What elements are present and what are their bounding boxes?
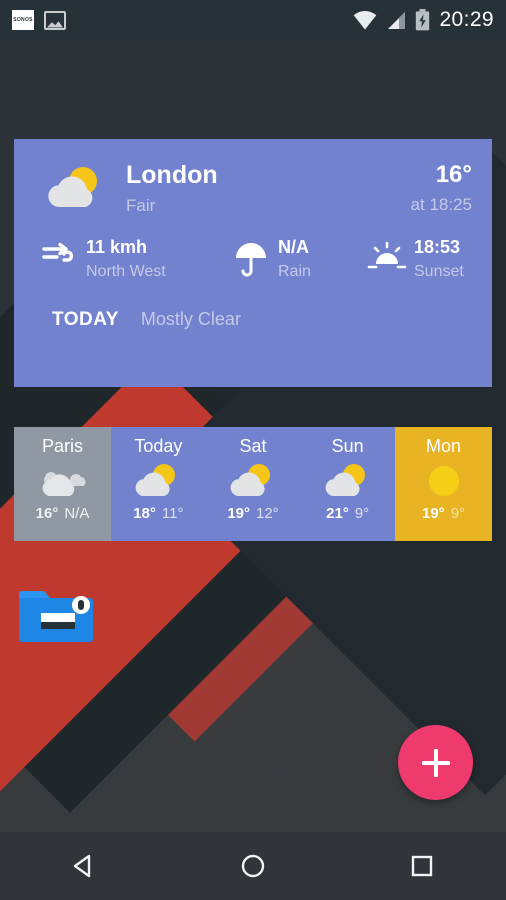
forecast-low: 11° (161, 505, 184, 522)
forecast-day-label: Today (134, 436, 183, 456)
forecast-high: 18° (133, 505, 156, 522)
weather-detail-rain: N/A Rain (224, 236, 360, 281)
forecast-temps: 19° 12° (227, 505, 278, 522)
wind-icon (42, 242, 74, 262)
weather-widget[interactable]: London Fair 16° at 18:25 11 kmh North We… (14, 139, 492, 387)
sun-behind-cloud-icon (135, 464, 176, 496)
clouds-icon (42, 472, 86, 496)
weather-condition-text: Fair (126, 195, 156, 215)
forecast-high: 19° (422, 505, 445, 522)
add-button-fab[interactable] (398, 725, 473, 800)
weather-detail-wind: 11 kmh North West (32, 236, 224, 281)
weather-observation-time: at 18:25 (410, 195, 472, 215)
forecast-tile-today[interactable]: Today 18° 11° (111, 427, 206, 541)
forecast-icon-wrap (228, 460, 278, 502)
sun-behind-cloud-icon (230, 464, 270, 496)
forecast-day-label: Sat (239, 436, 267, 456)
forecast-tile-paris[interactable]: Paris 16° N/A (14, 427, 111, 541)
weather-detail-sunset-text: 18:53 Sunset (414, 236, 464, 281)
forecast-strip[interactable]: Paris 16° N/A Today 18° 11° Sat 19° 12° … (14, 427, 493, 541)
rain-value: N/A (278, 236, 309, 257)
weather-detail-wind-text: 11 kmh North West (86, 236, 166, 281)
recents-button[interactable] (377, 832, 467, 900)
sunset-value: 18:53 (414, 236, 461, 257)
recents-square-icon (411, 855, 432, 877)
forecast-day-label: Mon (426, 436, 462, 456)
status-bar-system-icons: 20:29 (353, 8, 494, 32)
weather-current-temperature: 16° (435, 161, 472, 189)
umbrella-icon-wrap (224, 238, 278, 278)
weather-current-icon-wrap (34, 163, 120, 213)
sonos-notification-icon: SONOS (12, 10, 34, 30)
umbrella-icon (236, 242, 266, 277)
forecast-low: 9° (354, 505, 370, 522)
forecast-tile-sun[interactable]: Sun 21° 9° (300, 427, 396, 541)
forecast-low: 12° (256, 505, 279, 522)
forecast-temps: 18° 11° (133, 505, 183, 522)
forecast-temps: 16° N/A (36, 505, 90, 522)
forecast-icon-wrap (133, 460, 183, 502)
status-bar[interactable]: SONOS 20:29 (0, 0, 506, 40)
wifi-icon (354, 10, 377, 30)
cellular-signal-icon (388, 11, 406, 29)
forecast-tile-sat[interactable]: Sat 19° 12° (205, 427, 301, 541)
plus-icon (421, 748, 450, 777)
forecast-high: 19° (227, 505, 250, 522)
weather-location-block: London Fair (120, 161, 411, 216)
forecast-day-label: Paris (41, 436, 83, 456)
sun-behind-cloud-icon (48, 167, 97, 208)
forecast-high: 16° (35, 505, 59, 522)
weather-footer-description: Mostly Clear (140, 308, 241, 329)
forecast-day-label: Sun (331, 436, 364, 456)
sunset-icon (367, 241, 407, 269)
forecast-low: 9° (450, 505, 466, 522)
forecast-icon-wrap (323, 460, 373, 502)
wind-icon-wrap (32, 238, 86, 264)
wind-value: 11 kmh (86, 236, 148, 257)
forecast-tile-mon[interactable]: Mon 19° 9° (395, 427, 493, 541)
locked-folder-icon (19, 591, 93, 642)
back-triangle-icon (74, 854, 91, 878)
status-bar-notifications: SONOS (12, 10, 66, 30)
weather-widget-footer: TODAY Mostly Clear (14, 281, 492, 331)
forecast-temps: 19° 9° (422, 505, 465, 522)
forecast-icon-wrap (423, 460, 465, 502)
weather-temperature-block: 16° at 18:25 (411, 161, 472, 215)
forecast-high: 21° (326, 505, 349, 522)
home-button[interactable] (208, 832, 298, 900)
sunset-label: Sunset (414, 262, 464, 280)
home-circle-icon (241, 854, 265, 878)
forecast-icon-wrap (36, 460, 90, 502)
rain-label: Rain (278, 262, 311, 280)
weather-widget-header: London Fair 16° at 18:25 (14, 139, 492, 216)
weather-city-name: London (126, 161, 218, 189)
battery-charging-icon (416, 9, 430, 31)
sun-behind-cloud-icon (325, 464, 365, 496)
sun-icon (428, 466, 459, 496)
weather-footer-day: TODAY (52, 308, 119, 330)
weather-detail-sunset: 18:53 Sunset (360, 236, 464, 281)
weather-details-row: 11 kmh North West N/A Rain 18:53 Sunset (14, 216, 492, 281)
android-navigation-bar (0, 832, 506, 900)
sonos-notification-label: SONOS (13, 17, 33, 23)
status-bar-clock: 20:29 (439, 8, 494, 31)
forecast-low: N/A (64, 505, 90, 522)
weather-detail-rain-text: N/A Rain (278, 236, 311, 281)
sunset-icon-wrap (360, 238, 414, 272)
back-button[interactable] (39, 832, 129, 900)
forecast-temps: 21° 9° (326, 505, 369, 522)
wind-label: North West (86, 262, 166, 280)
folder-shortcut[interactable] (17, 586, 95, 648)
photo-notification-icon (44, 10, 66, 30)
